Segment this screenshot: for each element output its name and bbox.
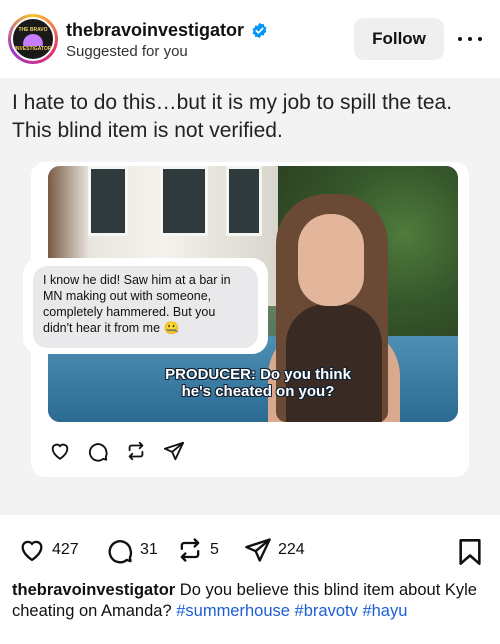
hashtag-hayu[interactable]: #hayu [362, 602, 407, 620]
dot [478, 37, 482, 41]
verified-badge-icon [252, 22, 267, 39]
hashtag-summerhouse[interactable]: #summerhouse [176, 602, 290, 620]
repost-count: 5 [210, 541, 219, 558]
like-action[interactable]: 427 [18, 536, 79, 564]
dot [458, 37, 462, 41]
video-subtitle-line-2: he's cheated on you? [181, 383, 335, 400]
detective-icon [23, 33, 43, 46]
share-count: 224 [278, 541, 305, 558]
video-subtitle-line-1: PRODUCER: Do you think [165, 366, 351, 383]
action-bar: 427 31 5 224 [0, 530, 500, 570]
avatar-text-bottom: INVESTIGATOR [14, 45, 52, 52]
comment-icon [88, 443, 108, 462]
post-media[interactable]: I hate to do this…but it is my job to sp… [0, 78, 500, 515]
avatar-logo: THE BRAVO INVESTIGATOR [11, 17, 55, 61]
username[interactable]: thebravoinvestigator [66, 20, 244, 41]
more-options-icon[interactable] [458, 27, 482, 51]
repost-action[interactable]: 5 [176, 536, 219, 564]
suggested-label: Suggested for you [66, 43, 188, 60]
dot [468, 37, 472, 41]
person-face [298, 214, 364, 306]
video-subtitle: PRODUCER: Do you think he's cheated on y… [148, 366, 368, 400]
message-screenshot: I know he did! Saw him at a bar in MN ma… [23, 258, 268, 354]
comment-action[interactable]: 31 [106, 536, 158, 564]
card-action-bar [49, 437, 199, 465]
heart-icon [51, 443, 69, 460]
comment-icon[interactable] [106, 536, 134, 564]
share-icon [163, 441, 185, 461]
post-caption: thebravoinvestigator Do you believe this… [12, 580, 490, 622]
share-icon[interactable] [244, 536, 272, 564]
repost-icon [128, 441, 144, 461]
window [160, 166, 208, 236]
share-action[interactable]: 224 [244, 536, 305, 564]
like-count: 427 [52, 541, 79, 558]
hashtag-bravotv[interactable]: #bravotv [295, 602, 358, 620]
repost-icon[interactable] [176, 536, 204, 564]
post-header: THE BRAVO INVESTIGATOR thebravoinvestiga… [0, 0, 500, 78]
comment-count: 31 [140, 541, 158, 558]
post-headline: I hate to do this…but it is my job to sp… [12, 91, 453, 142]
avatar-text-top: THE BRAVO [18, 26, 48, 33]
avatar[interactable]: THE BRAVO INVESTIGATOR [8, 14, 58, 64]
window [88, 166, 128, 236]
caption-username[interactable]: thebravoinvestigator [12, 581, 175, 599]
message-text: I know he did! Saw him at a bar in MN ma… [33, 266, 258, 348]
person-top [286, 304, 382, 422]
follow-button[interactable]: Follow [354, 18, 444, 60]
bookmark-icon[interactable] [458, 538, 482, 566]
window [226, 166, 262, 236]
heart-icon[interactable] [18, 536, 46, 564]
